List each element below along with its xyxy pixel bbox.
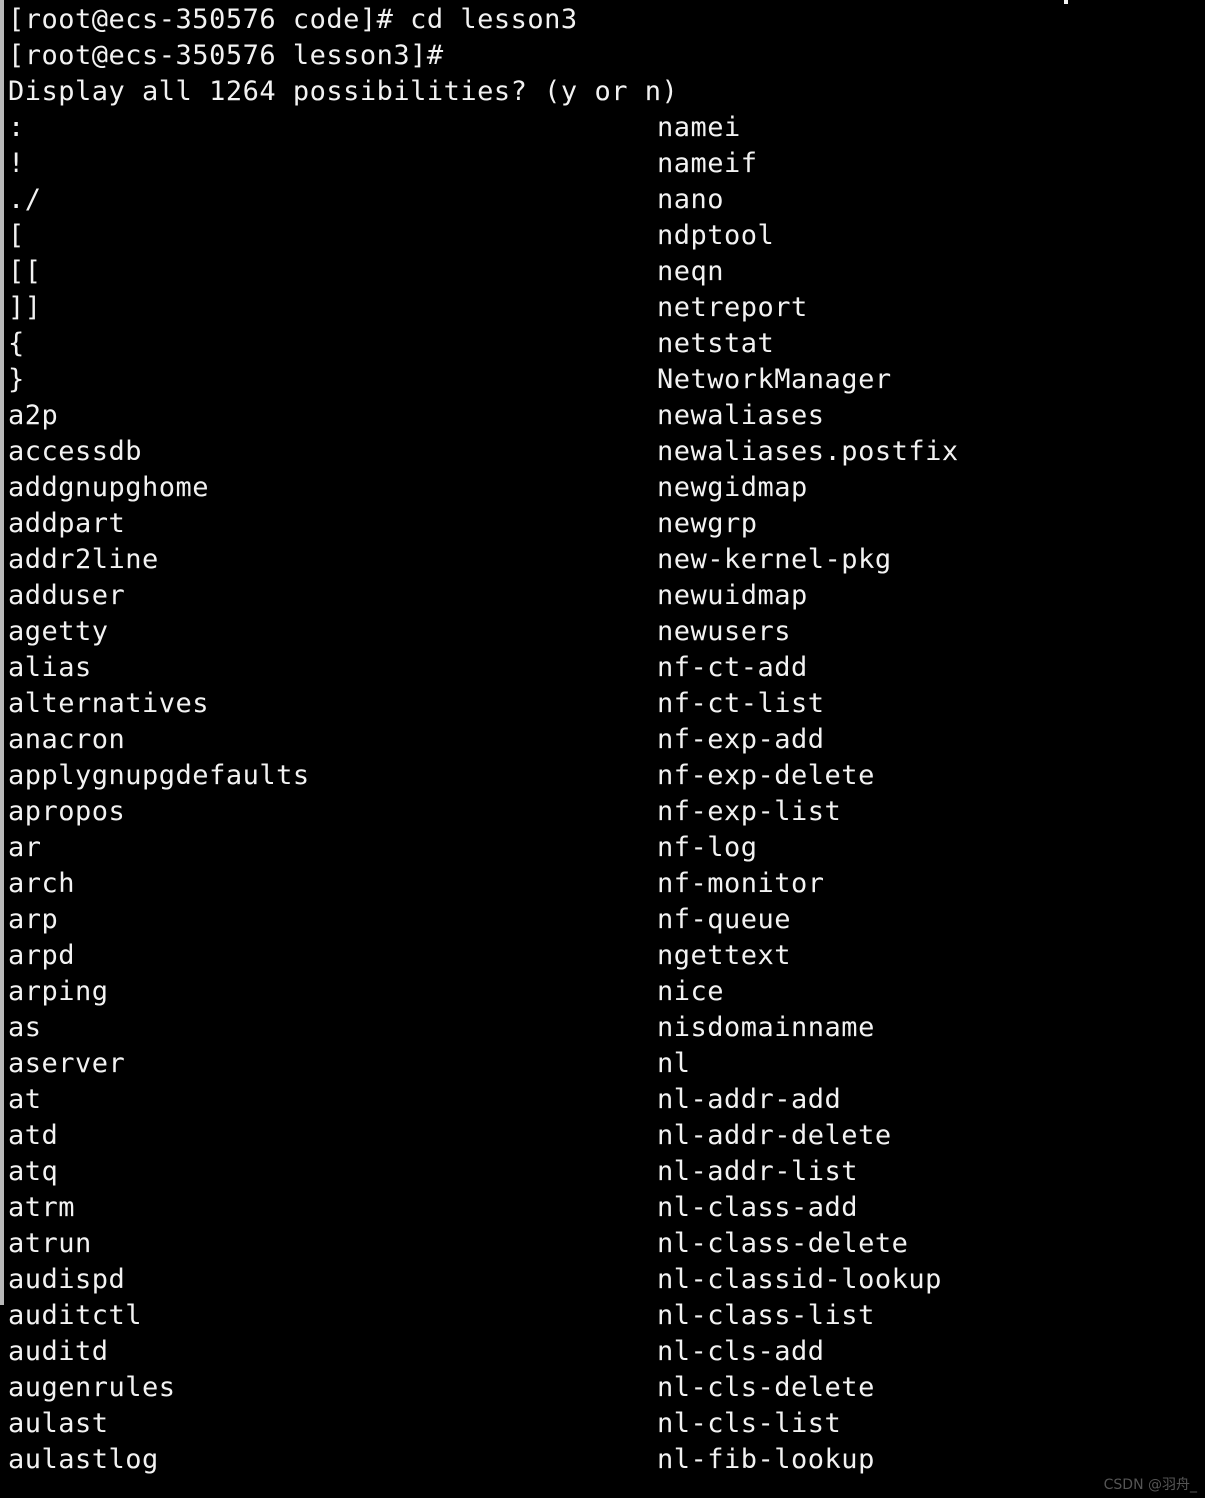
completion-item: auditctl xyxy=(8,1300,143,1331)
completion-item: ngettext xyxy=(657,940,792,971)
completion-item: ./ xyxy=(8,184,42,215)
completion-item: atd xyxy=(8,1120,59,1151)
completion-item: netstat xyxy=(657,328,775,359)
completion-item: } xyxy=(8,364,25,395)
completion-item: agetty xyxy=(8,616,109,647)
completion-item: nf-exp-list xyxy=(657,796,842,827)
completion-item: nl-addr-delete xyxy=(657,1120,892,1151)
completion-item: as xyxy=(8,1012,42,1043)
completion-item: newusers xyxy=(657,616,792,647)
completion-item: nl-classid-lookup xyxy=(657,1264,942,1295)
completion-item: addr2line xyxy=(8,544,159,575)
completion-item: newgrp xyxy=(657,508,758,539)
completion-item: nl-cls-list xyxy=(657,1408,842,1439)
completion-item: nl-addr-add xyxy=(657,1084,842,1115)
completion-item: auditd xyxy=(8,1336,109,1367)
completion-item: nf-exp-delete xyxy=(657,760,875,791)
completion-item: adduser xyxy=(8,580,126,611)
completion-item: aserver xyxy=(8,1048,126,1079)
completion-item: nf-monitor xyxy=(657,868,825,899)
completion-item: arpd xyxy=(8,940,76,971)
completion-item: nl-class-delete xyxy=(657,1228,909,1259)
completion-item: nisdomainname xyxy=(657,1012,875,1043)
completion-item: nl-class-add xyxy=(657,1192,859,1223)
completion-item: : xyxy=(8,112,25,143)
completion-item: ar xyxy=(8,832,42,863)
completion-item: namei xyxy=(657,112,741,143)
completion-item: [ xyxy=(8,220,25,251)
completion-item: addpart xyxy=(8,508,126,539)
completion-item: [[ xyxy=(8,256,42,287)
completion-item: nf-ct-add xyxy=(657,652,808,683)
completion-item: augenrules xyxy=(8,1372,176,1403)
completion-item: alias xyxy=(8,652,92,683)
completion-item: nl-fib-lookup xyxy=(657,1444,875,1475)
completion-item: atq xyxy=(8,1156,59,1187)
completion-item: ]] xyxy=(8,292,42,323)
completion-item: arch xyxy=(8,868,76,899)
completion-prompt: Display all 1264 possibilities? (y or n) xyxy=(8,76,679,107)
completion-item: newuidmap xyxy=(657,580,808,611)
shell-prompt-line: [root@ecs-350576 lesson3]# xyxy=(8,40,444,71)
completion-item: nf-ct-list xyxy=(657,688,825,719)
completion-item: new-kernel-pkg xyxy=(657,544,892,575)
completion-item: nl-cls-add xyxy=(657,1336,825,1367)
completion-item: nl-addr-list xyxy=(657,1156,859,1187)
completion-item: nl xyxy=(657,1048,691,1079)
completion-item: audispd xyxy=(8,1264,126,1295)
completion-item: nameif xyxy=(657,148,758,179)
completion-item: netreport xyxy=(657,292,808,323)
terminal-output[interactable]: [root@ecs-350576 code]# cd lesson3 [root@… xyxy=(0,0,1205,1498)
completion-item: aulastlog xyxy=(8,1444,159,1475)
watermark: CSDN @羽舟_ xyxy=(1103,1477,1197,1493)
completion-item: nf-log xyxy=(657,832,758,863)
completion-item: arp xyxy=(8,904,59,935)
completion-item: nl-class-list xyxy=(657,1300,875,1331)
completion-item: newgidmap xyxy=(657,472,808,503)
completion-item: nice xyxy=(657,976,725,1007)
completion-item: arping xyxy=(8,976,109,1007)
completion-item: apropos xyxy=(8,796,126,827)
completion-item: accessdb xyxy=(8,436,143,467)
completion-item: newaliases.postfix xyxy=(657,436,959,467)
completion-item: nf-exp-add xyxy=(657,724,825,755)
completion-item: NetworkManager xyxy=(657,364,892,395)
completion-item: addgnupghome xyxy=(8,472,210,503)
completion-item: ! xyxy=(8,148,25,179)
completion-item: atrm xyxy=(8,1192,76,1223)
completion-item: newaliases xyxy=(657,400,825,431)
completion-item: a2p xyxy=(8,400,59,431)
terminal-window: [root@ecs-350576 code]# cd lesson3 [root@… xyxy=(0,0,1205,1498)
completion-item: alternatives xyxy=(8,688,210,719)
shell-prompt-line: [root@ecs-350576 code]# cd lesson3 xyxy=(8,4,578,35)
completion-item: neqn xyxy=(657,256,725,287)
completion-item: ndptool xyxy=(657,220,775,251)
completion-item: nf-queue xyxy=(657,904,792,935)
completion-item: { xyxy=(8,328,25,359)
completion-item: atrun xyxy=(8,1228,92,1259)
completion-item: at xyxy=(8,1084,42,1115)
completion-item: anacron xyxy=(8,724,126,755)
completion-item: nl-cls-delete xyxy=(657,1372,875,1403)
completion-item: applygnupgdefaults xyxy=(8,760,310,791)
completion-item: nano xyxy=(657,184,725,215)
completion-item: aulast xyxy=(8,1408,109,1439)
